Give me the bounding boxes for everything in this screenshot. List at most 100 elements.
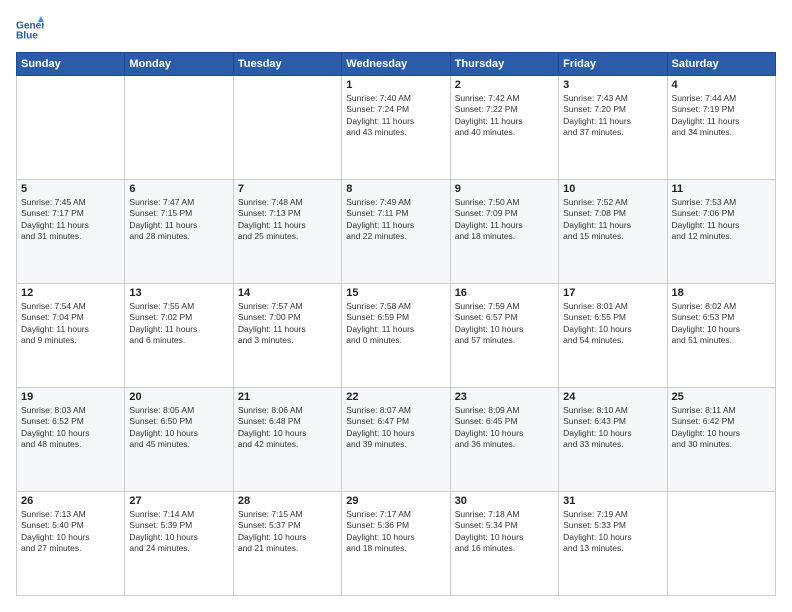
week-row-5: 26 Sunrise: 7:13 AM Sunset: 5:40 PM Dayli… (17, 492, 776, 596)
week-row-2: 5 Sunrise: 7:45 AM Sunset: 7:17 PM Daylig… (17, 180, 776, 284)
day-number: 10 (563, 183, 662, 195)
day-detail: Sunrise: 7:44 AM Sunset: 7:19 PM Dayligh… (672, 93, 771, 139)
day-detail: Sunrise: 7:19 AM Sunset: 5:33 PM Dayligh… (563, 509, 662, 555)
calendar-cell: 12Sunrise: 7:54 AM Sunset: 7:04 PM Dayli… (17, 284, 125, 388)
day-detail: Sunrise: 7:15 AM Sunset: 5:37 PM Dayligh… (238, 509, 337, 555)
day-detail: Sunrise: 7:50 AM Sunset: 7:09 PM Dayligh… (455, 197, 554, 243)
day-number: 3 (563, 79, 662, 91)
day-detail: Sunrise: 7:13 AM Sunset: 5:40 PM Dayligh… (21, 509, 120, 555)
weekday-header-friday: Friday (559, 53, 667, 76)
calendar-cell: 2Sunrise: 7:42 AM Sunset: 7:22 PM Daylig… (450, 76, 558, 180)
day-detail: Sunrise: 7:47 AM Sunset: 7:15 PM Dayligh… (129, 197, 228, 243)
calendar-cell: 1Sunrise: 7:40 AM Sunset: 7:24 PM Daylig… (342, 76, 450, 180)
day-number: 24 (563, 391, 662, 403)
day-number: 11 (672, 183, 771, 195)
weekday-header-saturday: Saturday (667, 53, 775, 76)
day-number: 25 (672, 391, 771, 403)
svg-text:Blue: Blue (16, 31, 38, 42)
day-number: 8 (346, 183, 445, 195)
weekday-header-tuesday: Tuesday (233, 53, 341, 76)
week-row-3: 12Sunrise: 7:54 AM Sunset: 7:04 PM Dayli… (17, 284, 776, 388)
calendar-cell: 27 Sunrise: 7:14 AM Sunset: 5:39 PM Dayli… (125, 492, 233, 596)
weekday-header-sunday: Sunday (17, 53, 125, 76)
calendar-cell: 16 Sunrise: 7:59 AM Sunset: 6:57 PM Dayli… (450, 284, 558, 388)
day-number: 29 (346, 495, 445, 507)
logo-icon: General Blue (16, 16, 44, 44)
day-detail: Sunrise: 8:09 AM Sunset: 6:45 PM Dayligh… (455, 405, 554, 451)
day-detail: Sunrise: 7:45 AM Sunset: 7:17 PM Dayligh… (21, 197, 120, 243)
day-detail: Sunrise: 7:48 AM Sunset: 7:13 PM Dayligh… (238, 197, 337, 243)
day-number: 18 (672, 287, 771, 299)
weekday-header-thursday: Thursday (450, 53, 558, 76)
weekday-header-monday: Monday (125, 53, 233, 76)
calendar-cell: 28 Sunrise: 7:15 AM Sunset: 5:37 PM Dayli… (233, 492, 341, 596)
day-number: 1 (346, 79, 445, 91)
weekday-header-wednesday: Wednesday (342, 53, 450, 76)
calendar-cell: 24 Sunrise: 8:10 AM Sunset: 6:43 PM Dayli… (559, 388, 667, 492)
calendar-cell: 9Sunrise: 7:50 AM Sunset: 7:09 PM Daylig… (450, 180, 558, 284)
day-number: 20 (129, 391, 228, 403)
week-row-4: 19 Sunrise: 8:03 AM Sunset: 6:52 PM Dayli… (17, 388, 776, 492)
calendar-cell: 21 Sunrise: 8:06 AM Sunset: 6:48 PM Dayli… (233, 388, 341, 492)
day-detail: Sunrise: 8:11 AM Sunset: 6:42 PM Dayligh… (672, 405, 771, 451)
day-detail: Sunrise: 8:03 AM Sunset: 6:52 PM Dayligh… (21, 405, 120, 451)
day-detail: Sunrise: 7:14 AM Sunset: 5:39 PM Dayligh… (129, 509, 228, 555)
day-detail: Sunrise: 7:59 AM Sunset: 6:57 PM Dayligh… (455, 301, 554, 347)
weekday-header-row: SundayMondayTuesdayWednesdayThursdayFrid… (17, 53, 776, 76)
day-detail: Sunrise: 8:06 AM Sunset: 6:48 PM Dayligh… (238, 405, 337, 451)
calendar-cell: 10Sunrise: 7:52 AM Sunset: 7:08 PM Dayli… (559, 180, 667, 284)
day-number: 28 (238, 495, 337, 507)
day-number: 26 (21, 495, 120, 507)
calendar-cell: 22 Sunrise: 8:07 AM Sunset: 6:47 PM Dayli… (342, 388, 450, 492)
day-number: 16 (455, 287, 554, 299)
day-detail: Sunrise: 7:58 AM Sunset: 6:59 PM Dayligh… (346, 301, 445, 347)
day-number: 6 (129, 183, 228, 195)
day-detail: Sunrise: 7:57 AM Sunset: 7:00 PM Dayligh… (238, 301, 337, 347)
day-number: 14 (238, 287, 337, 299)
calendar-cell: 6 Sunrise: 7:47 AM Sunset: 7:15 PM Daylig… (125, 180, 233, 284)
calendar-cell: 14 Sunrise: 7:57 AM Sunset: 7:00 PM Dayli… (233, 284, 341, 388)
day-detail: Sunrise: 8:07 AM Sunset: 6:47 PM Dayligh… (346, 405, 445, 451)
day-number: 19 (21, 391, 120, 403)
day-number: 17 (563, 287, 662, 299)
calendar-cell: 4 Sunrise: 7:44 AM Sunset: 7:19 PM Daylig… (667, 76, 775, 180)
day-detail: Sunrise: 7:53 AM Sunset: 7:06 PM Dayligh… (672, 197, 771, 243)
calendar-cell: 26 Sunrise: 7:13 AM Sunset: 5:40 PM Dayli… (17, 492, 125, 596)
day-detail: Sunrise: 7:43 AM Sunset: 7:20 PM Dayligh… (563, 93, 662, 139)
day-detail: Sunrise: 8:10 AM Sunset: 6:43 PM Dayligh… (563, 405, 662, 451)
calendar-cell: 17 Sunrise: 8:01 AM Sunset: 6:55 PM Dayli… (559, 284, 667, 388)
day-number: 13 (129, 287, 228, 299)
calendar-cell: 11 Sunrise: 7:53 AM Sunset: 7:06 PM Dayli… (667, 180, 775, 284)
calendar-cell: 18 Sunrise: 8:02 AM Sunset: 6:53 PM Dayli… (667, 284, 775, 388)
calendar-cell: 25 Sunrise: 8:11 AM Sunset: 6:42 PM Dayli… (667, 388, 775, 492)
calendar-cell: 5 Sunrise: 7:45 AM Sunset: 7:17 PM Daylig… (17, 180, 125, 284)
calendar-cell (17, 76, 125, 180)
day-number: 2 (455, 79, 554, 91)
calendar-cell: 13 Sunrise: 7:55 AM Sunset: 7:02 PM Dayli… (125, 284, 233, 388)
day-number: 23 (455, 391, 554, 403)
day-number: 5 (21, 183, 120, 195)
day-number: 22 (346, 391, 445, 403)
day-number: 15 (346, 287, 445, 299)
calendar-cell: 15 Sunrise: 7:58 AM Sunset: 6:59 PM Dayli… (342, 284, 450, 388)
calendar-cell (125, 76, 233, 180)
day-detail: Sunrise: 7:18 AM Sunset: 5:34 PM Dayligh… (455, 509, 554, 555)
calendar-cell (667, 492, 775, 596)
day-number: 21 (238, 391, 337, 403)
calendar-cell: 29 Sunrise: 7:17 AM Sunset: 5:36 PM Dayli… (342, 492, 450, 596)
week-row-1: 1Sunrise: 7:40 AM Sunset: 7:24 PM Daylig… (17, 76, 776, 180)
day-detail: Sunrise: 8:02 AM Sunset: 6:53 PM Dayligh… (672, 301, 771, 347)
calendar-cell: 7Sunrise: 7:48 AM Sunset: 7:13 PM Daylig… (233, 180, 341, 284)
calendar-cell: 19 Sunrise: 8:03 AM Sunset: 6:52 PM Dayli… (17, 388, 125, 492)
page: General Blue SundayMondayTuesdayWednesda… (0, 0, 792, 612)
day-number: 12 (21, 287, 120, 299)
day-number: 27 (129, 495, 228, 507)
day-detail: Sunrise: 7:55 AM Sunset: 7:02 PM Dayligh… (129, 301, 228, 347)
day-detail: Sunrise: 7:17 AM Sunset: 5:36 PM Dayligh… (346, 509, 445, 555)
day-number: 31 (563, 495, 662, 507)
day-number: 4 (672, 79, 771, 91)
day-detail: Sunrise: 8:01 AM Sunset: 6:55 PM Dayligh… (563, 301, 662, 347)
calendar-cell: 31 Sunrise: 7:19 AM Sunset: 5:33 PM Dayli… (559, 492, 667, 596)
logo: General Blue (16, 16, 48, 44)
day-number: 30 (455, 495, 554, 507)
